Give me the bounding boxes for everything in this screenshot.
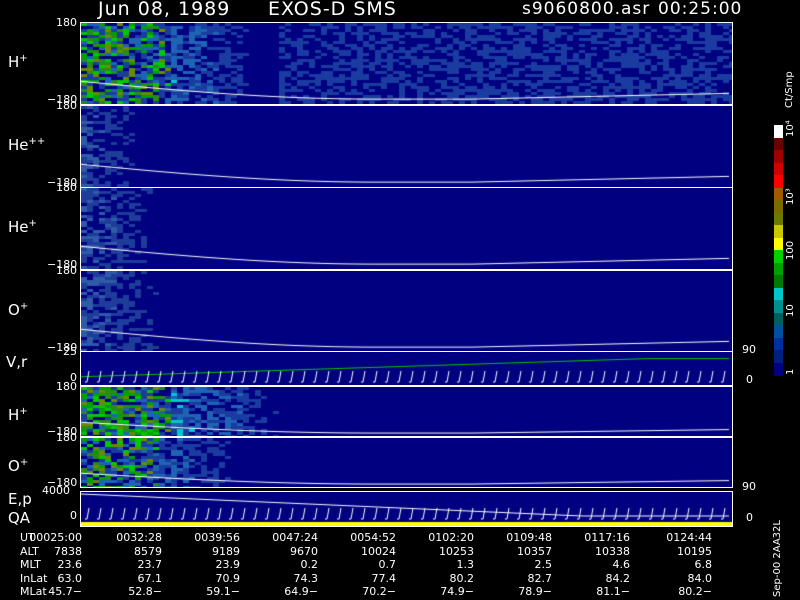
table-row-label: InLat <box>20 571 48 585</box>
spectrogram-o_plus_2 <box>80 437 733 488</box>
colorbar-segment <box>774 250 783 263</box>
spectrogram-o_plus_1 <box>80 270 733 353</box>
colorbar-segment <box>774 175 783 188</box>
vr-ymax: 25 <box>63 345 77 358</box>
colorbar-segment <box>774 275 783 288</box>
colorbar-segment <box>774 350 783 363</box>
colorbar-segment <box>774 187 783 201</box>
colorbar-segment <box>774 137 783 151</box>
colorbar-segment <box>774 200 783 213</box>
table-row: MLat −45.7 −52.8 −59.1 −64.9 −70.2 −74.9 −78.9−… <box>20 585 712 598</box>
colorbar-tick: 1 <box>785 368 796 375</box>
colorbar-segment <box>774 287 783 301</box>
ep-right-top: 90 <box>742 480 756 493</box>
colorbar-segment <box>774 237 783 251</box>
colorbar-segment <box>774 162 783 176</box>
panel-ymax-o_plus_1: 180 <box>56 264 77 277</box>
colorbar-segment <box>774 212 783 226</box>
table-row-label: ALT <box>20 544 39 558</box>
panel-label-o_plus_2: O+ <box>8 456 29 475</box>
ep-ymax: 4000 <box>42 484 70 497</box>
ep-ymin: 0 <box>70 509 77 522</box>
colorbar-tick: 10⁴ <box>785 120 796 137</box>
plot-time: 00:25:00 <box>658 0 743 19</box>
colorbar-segment <box>774 125 783 138</box>
panel-ymax-he_pp: 180 <box>56 99 77 112</box>
ep-panel <box>80 491 733 527</box>
plot-date: Jun 08, 1989 <box>98 0 231 20</box>
colorbar-tick: 10 <box>785 304 796 317</box>
colorbar-segment <box>774 325 783 338</box>
colorbar-segment <box>774 312 783 326</box>
panel-label-h_plus_1: H+ <box>8 53 28 72</box>
qa-label: QA <box>8 509 31 527</box>
table-row: UT 00025:00 0032:28 0039:56 0047:24 0054:52 01… <box>20 531 712 544</box>
panel-label-o_plus_1: O+ <box>8 301 29 320</box>
table-row-label: MLat <box>20 585 47 598</box>
panel-ymax-h_plus_2: 180 <box>56 380 77 393</box>
colorbar <box>774 125 783 376</box>
table-row: ALT 7838 8579 9189 9670 10024 10253 10357 10338 1… <box>20 544 712 558</box>
ep-right-bottom: 0 <box>746 511 753 524</box>
vr-right-top: 90 <box>742 343 756 356</box>
panel-label-he_pp: He++ <box>8 136 46 155</box>
colorbar-segment <box>774 150 783 163</box>
ep-label: E,p <box>8 490 32 508</box>
table-row-label: MLT <box>20 558 41 571</box>
colorbar-segment <box>774 337 783 351</box>
plot-instrument: EXOS-D SMS <box>268 0 397 20</box>
side-note: Sep-00 2AA32L <box>772 520 783 597</box>
colorbar-segment <box>774 262 783 276</box>
colorbar-tick: 100 <box>785 240 796 260</box>
spectrogram-h_plus_1 <box>80 22 733 105</box>
plot-file: s9060800.asr <box>522 0 651 19</box>
spectrogram-h_plus_2 <box>80 386 733 437</box>
colorbar-segment <box>774 225 783 238</box>
vr-right-bottom: 0 <box>746 373 753 386</box>
ephemeris-table: UT 00025:00 0032:28 0039:56 0047:24 0054:52 01… <box>0 531 770 600</box>
colorbar-tick: 10³ <box>785 187 796 205</box>
table-row: InLat 63.0 67.1 70.9 74.3 77.4 80.2 82.7 84.2 84.… <box>20 571 712 585</box>
panel-ymax-he_p: 180 <box>56 181 77 194</box>
vr-panel <box>80 351 733 386</box>
vr-label: V,r <box>6 353 28 371</box>
panel-label-he_p: He+ <box>8 218 37 237</box>
colorbar-unit: Ct/Smp <box>784 71 795 108</box>
table-row: MLT 23.6 23.7 23.9 0.2 0.7 1.3 2.5 4.6 6.8 <box>20 558 712 571</box>
colorbar-segment <box>774 300 783 313</box>
colorbar-segment <box>774 362 783 376</box>
panel-ymax-o_plus_2: 180 <box>56 431 77 444</box>
panel-label-h_plus_2: H+ <box>8 405 28 424</box>
spectrogram-he_p <box>80 187 733 270</box>
panel-ymax-h_plus_1: 180 <box>56 16 77 29</box>
spectrogram-he_pp <box>80 105 733 188</box>
